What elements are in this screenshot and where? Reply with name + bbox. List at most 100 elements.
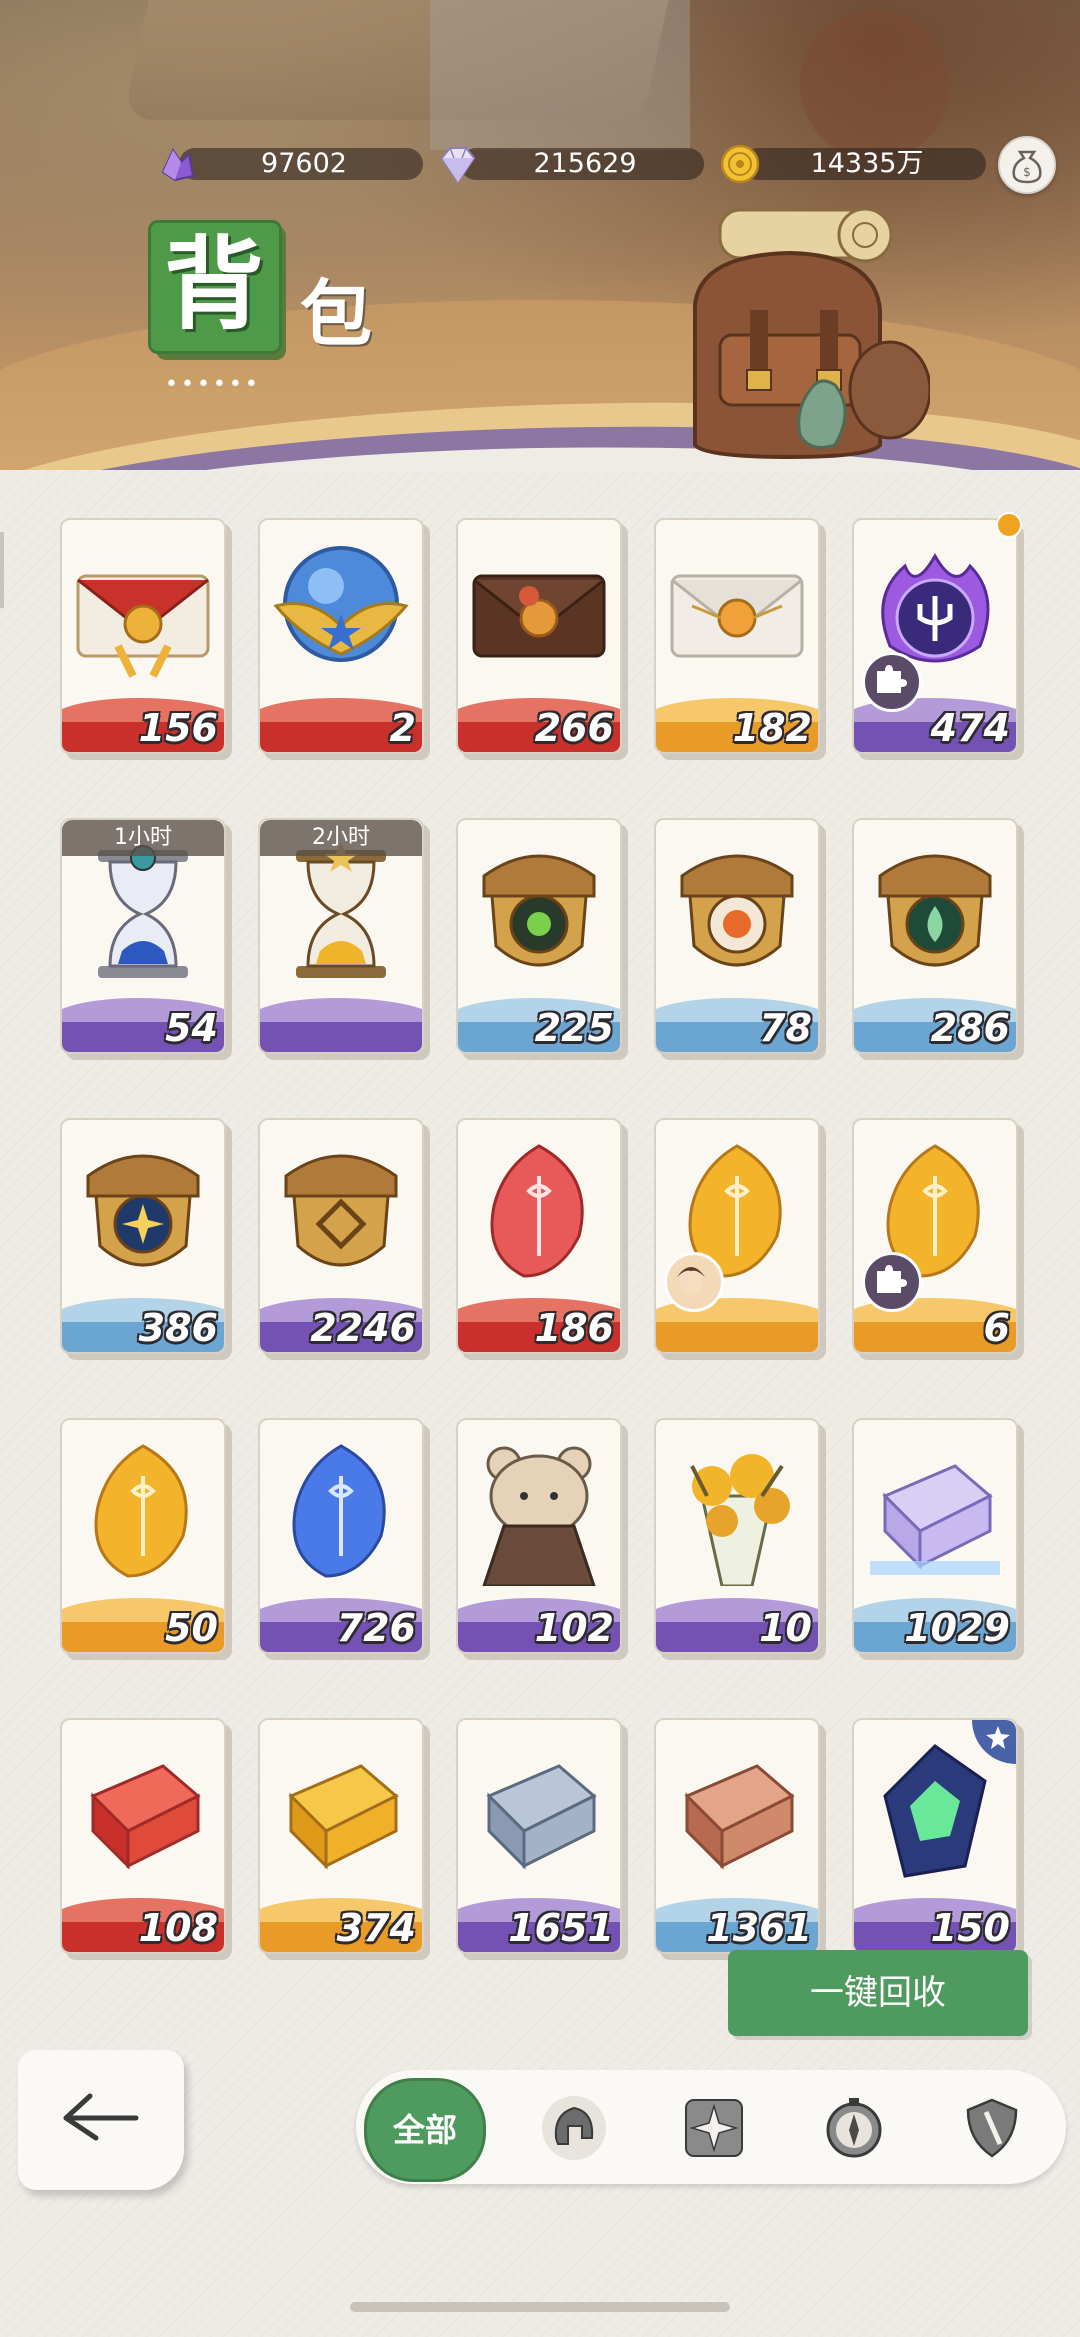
item-card-face: 225 [456, 818, 622, 1054]
red-feather-gem-icon [490, 1144, 584, 1278]
item-card[interactable]: 78 [654, 818, 820, 1054]
item-count: 6 [983, 1306, 1010, 1350]
bear-figurine-icon [482, 1446, 596, 1586]
compass-icon[interactable] [818, 2092, 890, 2164]
item-card[interactable]: 386 [60, 1118, 226, 1354]
shield-icon[interactable] [956, 2092, 1028, 2164]
item-card[interactable]: 108 [60, 1718, 226, 1954]
item-card[interactable]: 186 [456, 1118, 622, 1354]
item-card-face: 10 [654, 1418, 820, 1654]
item-count: 266 [534, 706, 614, 750]
money-bag-button[interactable]: $ [998, 136, 1056, 194]
item-card[interactable]: 1651 [456, 1718, 622, 1954]
item-card-face: 2 [258, 518, 424, 754]
filter-all-tab[interactable]: 全部 [364, 2078, 486, 2182]
item-card[interactable]: 474 [852, 512, 1022, 754]
item-card-face: 6 [852, 1118, 1018, 1354]
helmet-icon[interactable] [538, 2092, 610, 2164]
item-card[interactable]: 50 [60, 1418, 226, 1654]
item-count: 2 [389, 706, 416, 750]
item-count: 1029 [904, 1606, 1010, 1650]
item-count: 78 [759, 1006, 812, 1050]
item-card[interactable]: 182 [654, 518, 820, 754]
red-ingot-icon [90, 1764, 201, 1870]
compass-star-icon[interactable] [678, 2092, 750, 2164]
item-card-face: 156 [60, 518, 226, 754]
item-card[interactable]: 6 [852, 1118, 1018, 1354]
item-card[interactable]: 102 [456, 1418, 622, 1654]
gold-feather-gem-icon [94, 1444, 188, 1578]
item-card-face: 474 [852, 518, 1018, 754]
flower-bouquet-icon [690, 1454, 790, 1586]
back-button[interactable] [18, 2050, 184, 2190]
item-card-face [654, 1118, 820, 1354]
item-count: 286 [930, 1006, 1010, 1050]
item-count: 386 [138, 1306, 218, 1350]
acorn-green-eye-icon [482, 854, 596, 967]
gold-hourglass-icon [296, 842, 386, 978]
item-card[interactable]: 726 [258, 1418, 424, 1654]
acorn-orange-icon [680, 854, 794, 967]
item-card[interactable]: 374 [258, 1718, 424, 1954]
item-count: 102 [534, 1606, 614, 1650]
item-timer-label: 1小时 [62, 820, 224, 856]
one-click-recycle-button[interactable]: 一键回收 [728, 1950, 1028, 2036]
item-count: 474 [930, 706, 1010, 750]
item-card-face: 1651 [456, 1718, 622, 1954]
gold-coin-icon [720, 144, 760, 184]
item-timer-label: 2小时 [260, 820, 422, 856]
copper-ingot-icon [684, 1764, 795, 1870]
blue-feather-gem-icon [292, 1444, 386, 1578]
item-card[interactable]: 2246 [258, 1118, 424, 1354]
item-card[interactable]: 225 [456, 818, 622, 1054]
item-card[interactable]: 150 [852, 1718, 1018, 1954]
item-card-face: 186 [456, 1118, 622, 1354]
item-card-face: 150 [852, 1718, 1018, 1954]
item-count: 108 [138, 1906, 218, 1950]
side-scroll-indicator [0, 532, 4, 608]
item-count: 186 [534, 1306, 614, 1350]
item-card[interactable]: 2 [258, 518, 424, 754]
item-card[interactable]: 1029 [852, 1418, 1018, 1654]
currency-value: 215629 [533, 148, 637, 179]
puzzle-piece-icon [862, 652, 922, 712]
item-card-face: 386 [60, 1118, 226, 1354]
silver-ingot-icon [486, 1764, 597, 1870]
svg-text:$: $ [1023, 165, 1031, 179]
item-count: 156 [138, 706, 218, 750]
money-bag-icon: $ [1012, 150, 1042, 184]
currency-gold-coin: 14335万 [718, 142, 986, 186]
currency-diamond: 215629 [436, 142, 704, 186]
white-envelope-icon [670, 574, 804, 658]
item-count: 150 [930, 1906, 1010, 1950]
item-card[interactable]: 10 [654, 1418, 820, 1654]
item-card[interactable]: 266 [456, 518, 622, 754]
item-card-face: 286 [852, 818, 1018, 1054]
item-count: 182 [732, 706, 812, 750]
item-count: 1361 [706, 1906, 812, 1950]
item-card-face: 266 [456, 518, 622, 754]
item-card[interactable]: 156 [60, 518, 226, 754]
currency-purple-crystal: 97602 [155, 142, 423, 186]
item-card[interactable]: 286 [852, 818, 1018, 1054]
item-card[interactable]: 1361 [654, 1718, 820, 1954]
item-card-face: 1029 [852, 1418, 1018, 1654]
item-card-face: 2246 [258, 1118, 424, 1354]
brown-envelope-icon [472, 574, 606, 658]
currency-value: 14335万 [810, 148, 924, 179]
item-card[interactable]: 2小时 [258, 818, 424, 1054]
item-card[interactable] [654, 1118, 820, 1354]
acorn-leaf-icon [878, 854, 992, 967]
item-count: 2246 [310, 1306, 416, 1350]
page-title-char-1: 背 [164, 225, 264, 343]
item-card[interactable]: 1小时 54 [60, 818, 226, 1054]
notification-dot [996, 512, 1022, 538]
item-count: 50 [165, 1606, 218, 1650]
rarity-band [260, 998, 422, 1052]
currency-value: 97602 [261, 148, 347, 179]
item-card-face: 108 [60, 1718, 226, 1954]
backpack-illustration [693, 207, 930, 460]
item-count: 225 [534, 1006, 614, 1050]
item-card-face: 1361 [654, 1718, 820, 1954]
item-card-face: 50 [60, 1418, 226, 1654]
